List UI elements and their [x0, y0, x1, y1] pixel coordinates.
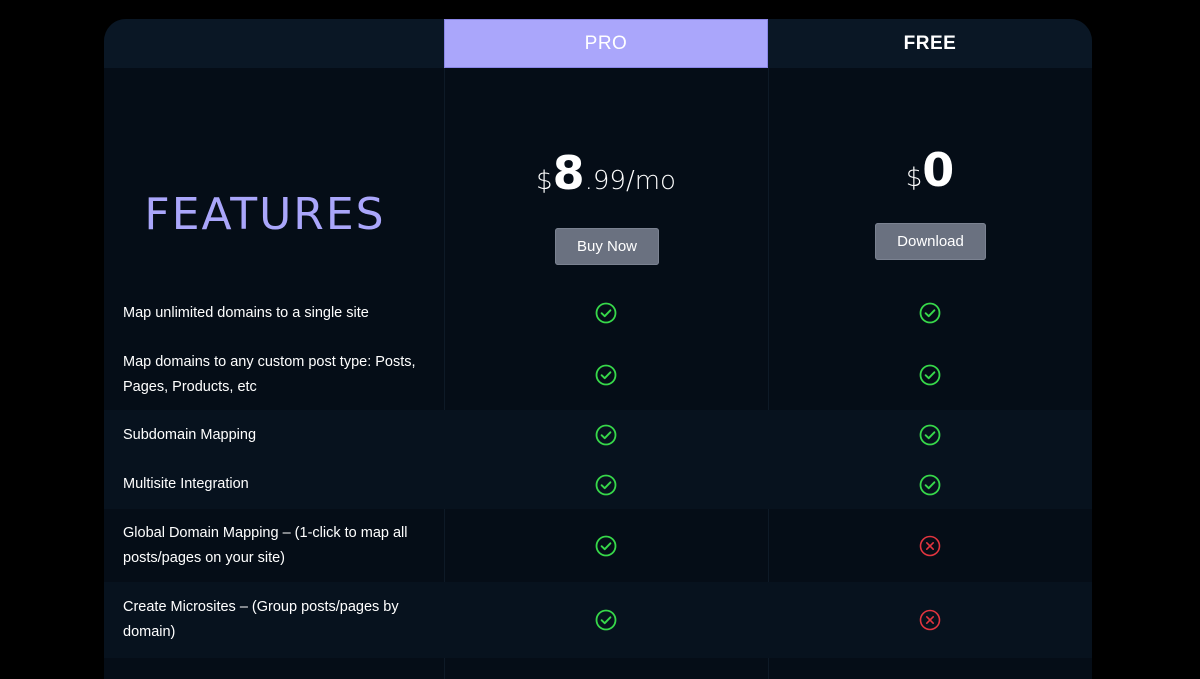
free-price-main: 0	[922, 143, 955, 197]
pricing-table: PRO FREE FEATURES $8.99/mo $0 Buy Now Do…	[104, 19, 1092, 679]
pro-price-main: 8	[552, 146, 585, 200]
pro-check-icon	[595, 302, 617, 324]
free-check-icon	[919, 302, 941, 324]
free-check-icon	[919, 424, 941, 446]
free-cross-icon	[919, 535, 941, 557]
pro-check-icon	[595, 364, 617, 386]
free-plan-header: FREE	[768, 19, 1092, 68]
feature-row: Map domains to any custom post type: Pos…	[104, 340, 1092, 410]
feature-label: Map unlimited domains to a single site	[123, 305, 369, 321]
free-cross-icon	[919, 609, 941, 631]
free-check-icon	[919, 364, 941, 386]
free-price-currency: $	[905, 163, 923, 193]
pro-plan-header: PRO	[444, 19, 768, 68]
pro-check-icon	[595, 609, 617, 631]
feature-label: Multisite Integration	[123, 476, 249, 492]
pro-check-icon	[595, 424, 617, 446]
free-check-icon	[919, 474, 941, 496]
feature-row: Global Domain Mapping – (1-click to map …	[104, 509, 1092, 582]
feature-label: Create Microsites – (Group posts/pages b…	[123, 599, 399, 640]
pro-check-icon	[595, 474, 617, 496]
feature-label: Map domains to any custom post type: Pos…	[123, 354, 416, 395]
feature-row: Multisite Integration	[104, 460, 1092, 509]
header-blank-cell	[104, 19, 444, 68]
buy-now-button[interactable]: Buy Now	[555, 228, 659, 265]
feature-row: Map unlimited domains to a single site	[104, 286, 1092, 340]
pro-price: $8.99/mo	[444, 146, 768, 200]
feature-row: Subdomain Mapping	[104, 410, 1092, 460]
feature-label: Subdomain Mapping	[123, 427, 257, 443]
feature-label: Global Domain Mapping – (1-click to map …	[123, 525, 408, 566]
pro-price-rest: .99/mo	[584, 166, 676, 196]
feature-row: Create Microsites – (Group posts/pages b…	[104, 582, 1092, 658]
pro-check-icon	[595, 535, 617, 557]
download-button[interactable]: Download	[875, 223, 986, 260]
features-title: FEATURES	[144, 189, 386, 240]
free-price: $0	[768, 143, 1092, 197]
pro-price-currency: $	[536, 166, 553, 196]
